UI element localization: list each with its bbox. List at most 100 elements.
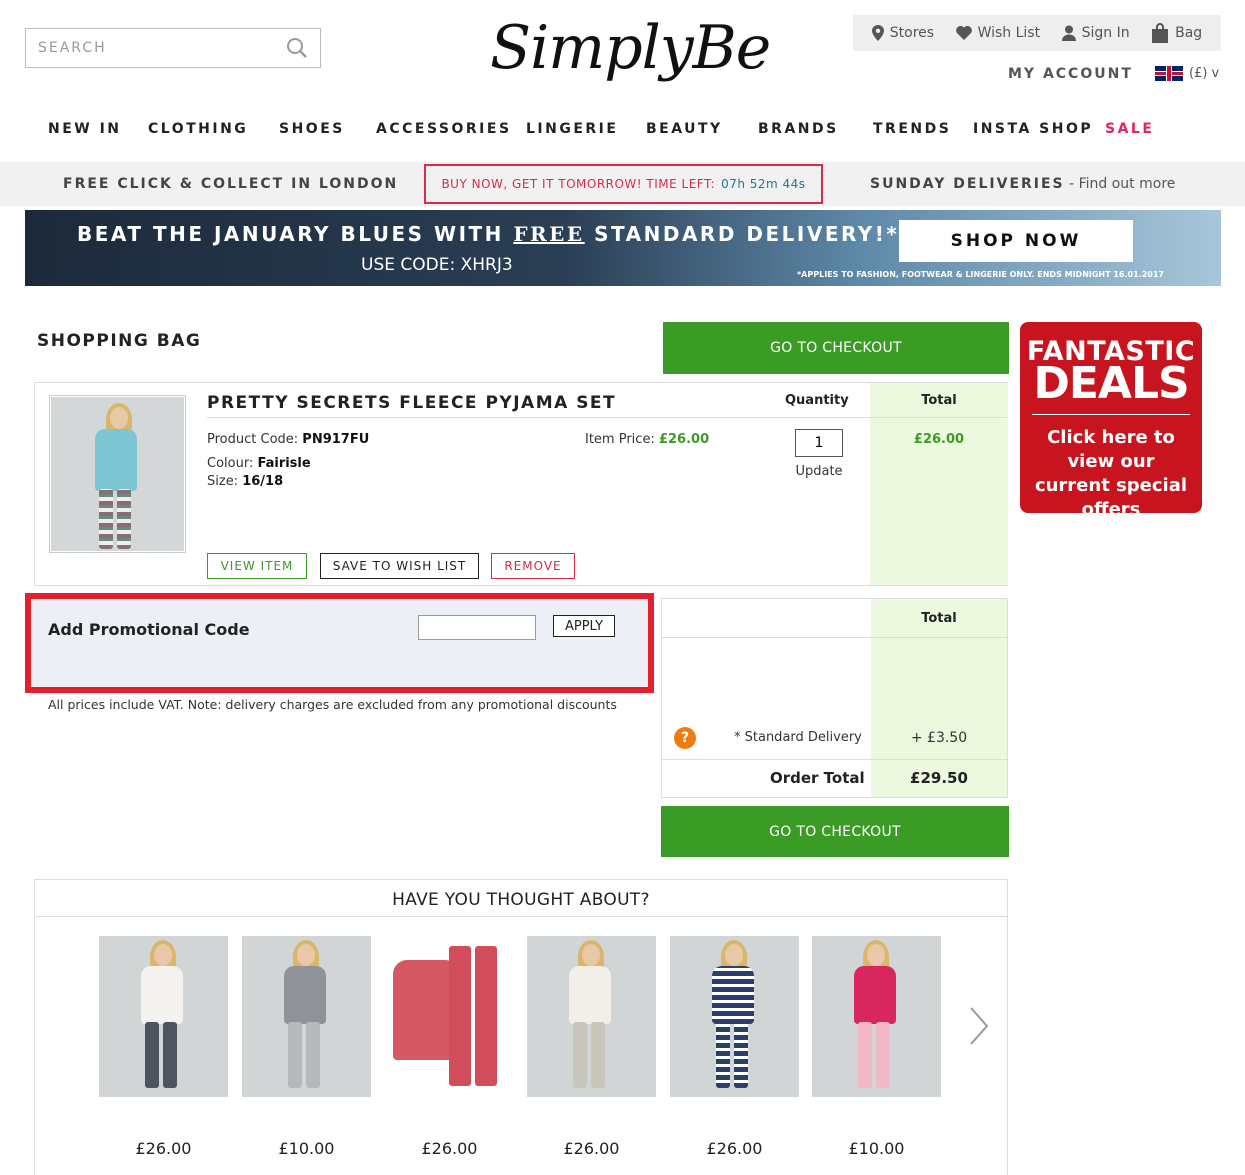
update-quantity-link[interactable]: Update [785, 464, 853, 479]
main-nav: NEW IN CLOTHING SHOES ACCESSORIES LINGER… [48, 121, 1178, 141]
recommendation-price: £10.00 [278, 1139, 335, 1158]
product-colour: Colour: Fairisle [207, 456, 311, 471]
stores-label: Stores [889, 25, 935, 41]
product-colour-value: Fairisle [257, 456, 311, 471]
banner-headline: BEAT THE JANUARY BLUES WITH FREE STANDAR… [77, 222, 899, 246]
product-code: Product Code: PN917FU [207, 432, 369, 447]
fantastic-deals-promo[interactable]: FANTASTIC DEALS Click here to view our c… [1020, 322, 1202, 520]
checkout-button-bottom[interactable]: GO TO CHECKOUT [661, 806, 1009, 857]
recommendation-card[interactable]: £26.00 [670, 936, 799, 1158]
item-price-label: Item Price: [585, 432, 659, 447]
recommendation-card[interactable]: £10.00 [812, 936, 941, 1158]
product-size-label: Size: [207, 474, 243, 489]
save-to-wishlist-button[interactable]: SAVE TO WISH LIST [320, 553, 479, 579]
promo-code-box: Add Promotional Code APPLY [25, 593, 654, 693]
banner-headline-post: STANDARD DELIVERY!* [584, 222, 900, 246]
recommendation-price: £10.00 [848, 1139, 905, 1158]
apply-promo-button[interactable]: APPLY [553, 615, 615, 637]
nav-new-in[interactable]: NEW IN [48, 121, 122, 137]
nav-insta-shop[interactable]: INSTA SHOP [973, 121, 1093, 137]
promo-code-input[interactable] [418, 615, 536, 640]
my-account-link[interactable]: MY ACCOUNT [1008, 66, 1133, 82]
product-image[interactable] [49, 395, 186, 553]
recommendation-image[interactable] [527, 936, 656, 1097]
nav-sale[interactable]: SALE [1105, 121, 1154, 137]
nav-beauty[interactable]: BEAUTY [646, 121, 723, 137]
site-logo[interactable]: SimplyBe [490, 8, 771, 88]
promo-banner[interactable]: BEAT THE JANUARY BLUES WITH FREE STANDAR… [25, 210, 1221, 286]
chevron-right-icon[interactable] [967, 1006, 991, 1046]
quantity-input[interactable] [795, 429, 843, 457]
nav-clothing[interactable]: CLOTHING [148, 121, 248, 137]
search-icon[interactable] [286, 37, 308, 59]
remove-item-button[interactable]: REMOVE [491, 553, 575, 579]
bag-item: PRETTY SECRETS FLEECE PYJAMA SET Quantit… [34, 382, 1008, 586]
recommendation-card[interactable]: £26.00 [527, 936, 656, 1158]
sunday-deliveries-title: SUNDAY DELIVERIES [870, 176, 1065, 192]
recommendation-price: £26.00 [563, 1139, 620, 1158]
order-summary: Total ? * Standard Delivery + £3.50 Orde… [661, 598, 1008, 798]
countdown-time: 07h 52m 44s [721, 177, 806, 191]
nav-shoes[interactable]: SHOES [279, 121, 345, 137]
currency-label: (£) v [1189, 66, 1220, 81]
wishlist-label: Wish List [977, 25, 1041, 41]
recommendation-price: £26.00 [706, 1139, 763, 1158]
recommendation-image[interactable] [385, 936, 514, 1097]
product-code-value: PN917FU [302, 432, 370, 447]
recommendation-image[interactable] [242, 936, 371, 1097]
shopping-bag-icon [1152, 23, 1169, 43]
search-box[interactable] [25, 28, 321, 68]
view-item-button[interactable]: VIEW ITEM [207, 553, 307, 579]
delivery-label: * Standard Delivery [734, 730, 862, 745]
recommendation-image[interactable] [812, 936, 941, 1097]
vat-note: All prices include VAT. Note: delivery c… [48, 697, 617, 712]
promo-strip: FREE CLICK & COLLECT IN LONDON BUY NOW, … [0, 162, 1245, 206]
click-collect-link[interactable]: FREE CLICK & COLLECT IN LONDON [63, 176, 398, 192]
recommendation-image[interactable] [670, 936, 799, 1097]
recommendation-card[interactable]: £10.00 [242, 936, 371, 1158]
divider [207, 417, 1007, 418]
recommendation-card[interactable]: £26.00 [385, 936, 514, 1158]
sunday-deliveries-link[interactable]: SUNDAY DELIVERIES - Find out more [870, 176, 1175, 192]
line-total: £26.00 [913, 432, 965, 447]
currency-selector[interactable]: (£) v [1155, 66, 1219, 81]
item-price-value: £26.00 [658, 432, 710, 447]
recommendations-title: HAVE YOU THOUGHT ABOUT? [392, 890, 650, 910]
heart-icon [955, 26, 972, 40]
delivery-countdown[interactable]: BUY NOW, GET IT TOMORROW! TIME LEFT: 07h… [424, 164, 823, 204]
checkout-button-top[interactable]: GO TO CHECKOUT [663, 322, 1009, 374]
order-total-label: Order Total [770, 769, 865, 787]
total-header: Total [921, 393, 957, 408]
banner-headline-free: FREE [513, 222, 585, 246]
product-name[interactable]: PRETTY SECRETS FLEECE PYJAMA SET [207, 393, 616, 413]
nav-trends[interactable]: TRENDS [873, 121, 951, 137]
signin-label: Sign In [1081, 25, 1130, 41]
recommendation-image[interactable] [99, 936, 228, 1097]
shop-now-button[interactable]: SHOP NOW [899, 220, 1133, 262]
product-colour-label: Colour: [207, 456, 258, 471]
nav-brands[interactable]: BRANDS [758, 121, 839, 137]
deals-text: Click here to view our current special o… [1034, 427, 1188, 520]
uk-flag-icon [1155, 66, 1183, 81]
user-icon [1061, 25, 1076, 41]
nav-lingerie[interactable]: LINGERIE [526, 121, 618, 137]
wishlist-link[interactable]: Wish List [955, 25, 1041, 41]
stores-link[interactable]: Stores [871, 25, 935, 41]
quantity-header: Quantity [785, 393, 849, 408]
help-icon[interactable]: ? [674, 727, 696, 749]
deals-title-2: DEALS [1033, 358, 1189, 409]
product-size: Size: 16/18 [207, 474, 283, 489]
signin-link[interactable]: Sign In [1061, 25, 1130, 41]
map-pin-icon [871, 25, 884, 41]
summary-total-column-bg [871, 599, 1007, 797]
item-price: Item Price: £26.00 [585, 432, 709, 447]
nav-accessories[interactable]: ACCESSORIES [376, 121, 512, 137]
search-input[interactable] [38, 40, 286, 56]
deals-divider [1032, 414, 1190, 415]
recommendation-price: £26.00 [135, 1139, 192, 1158]
bag-link[interactable]: Bag [1151, 23, 1202, 43]
recommendation-card[interactable]: £26.00 [99, 936, 228, 1158]
product-code-label: Product Code: [207, 432, 303, 447]
utility-bar: Stores Wish List Sign In Bag [853, 15, 1221, 51]
divider [662, 759, 1007, 760]
